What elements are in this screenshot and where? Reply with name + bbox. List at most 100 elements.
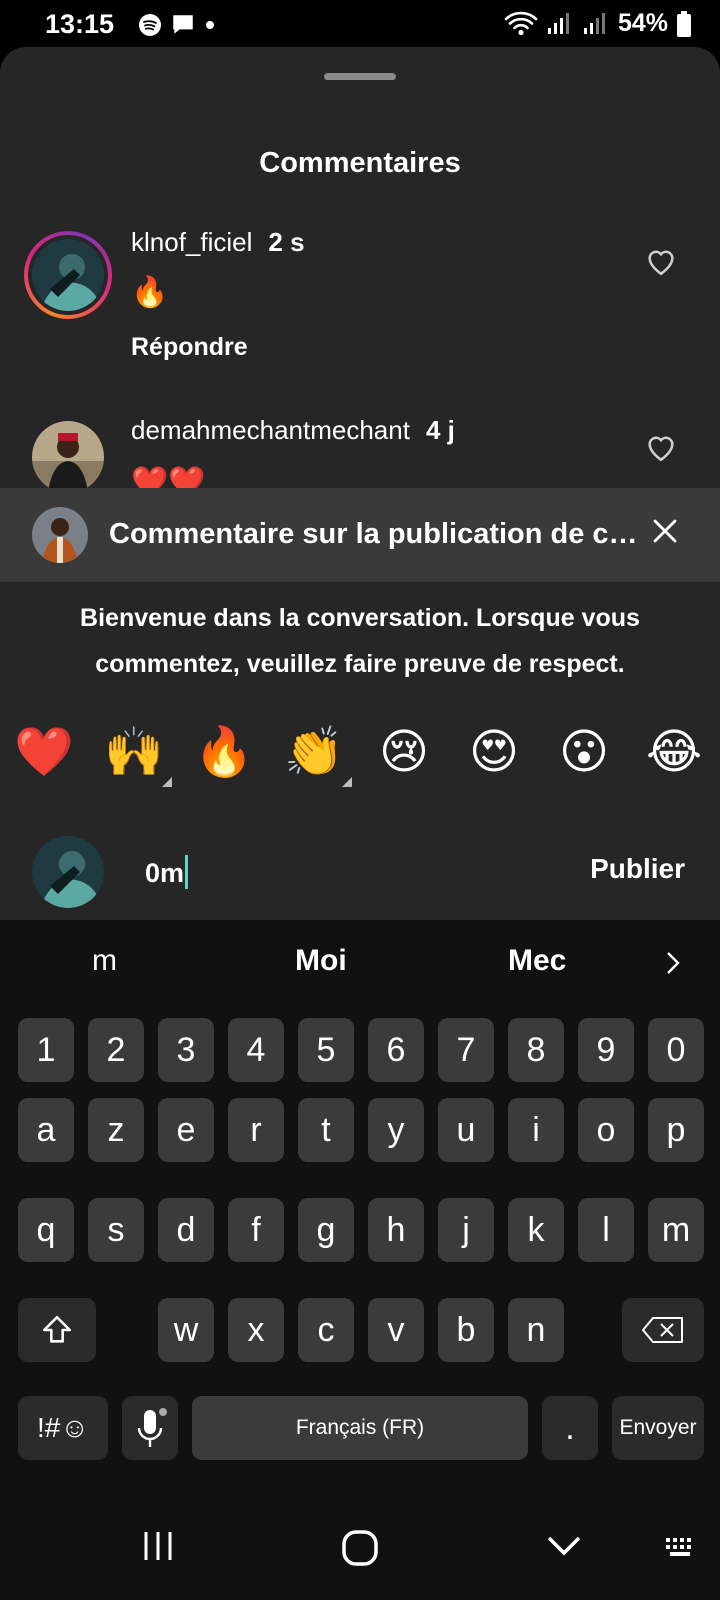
welcome-line-1: Bienvenue dans la conversation. Lorsque …	[80, 604, 640, 632]
avatar[interactable]	[32, 421, 104, 493]
key-x[interactable]: x	[228, 1298, 284, 1362]
status-time: 13:15	[45, 9, 115, 39]
status-right: 54%	[504, 9, 692, 38]
emoji-crying[interactable]: 😢	[372, 725, 436, 781]
key-c[interactable]: c	[298, 1298, 354, 1362]
status-notification-icons	[138, 12, 216, 38]
emoji-clapping-glyph: 👏	[284, 726, 344, 779]
key-8[interactable]: 8	[508, 1018, 564, 1082]
comment-input-text: 0m	[145, 858, 185, 888]
key-1[interactable]: 1	[18, 1018, 74, 1082]
dot-icon	[206, 21, 214, 29]
key-g[interactable]: g	[298, 1198, 354, 1262]
drag-handle[interactable]	[324, 73, 396, 80]
key-n[interactable]: n	[508, 1298, 564, 1362]
key-6[interactable]: 6	[368, 1018, 424, 1082]
welcome-message: Bienvenue dans la conversation. Lorsque …	[40, 595, 680, 687]
comment-username-text[interactable]: demahmechantmechant	[131, 415, 410, 445]
welcome-line-2: commentez, veuillez faire preuve de resp…	[95, 650, 625, 678]
home-icon[interactable]	[340, 1528, 380, 1568]
close-icon[interactable]	[650, 516, 680, 546]
text-caret	[185, 855, 189, 889]
signal-icon	[547, 12, 569, 34]
key-w[interactable]: w	[158, 1298, 214, 1362]
chevron-right-icon[interactable]	[662, 950, 684, 976]
microphone-icon	[137, 1408, 167, 1447]
key-0[interactable]: 0	[648, 1018, 704, 1082]
voice-input-key[interactable]	[122, 1396, 178, 1460]
comment-text: 🔥	[131, 276, 169, 309]
emoji-heart-eyes[interactable]: 😍	[462, 725, 526, 781]
comment-item: klnof_ficiel 2 s 🔥 Répondre	[0, 227, 720, 377]
backspace-icon	[642, 1317, 683, 1343]
suggestion-3[interactable]: Mec	[508, 944, 566, 978]
comment-time: 4 j	[425, 415, 455, 445]
key-d[interactable]: d	[158, 1198, 214, 1262]
emoji-laughing[interactable]: 😂	[642, 725, 706, 781]
comments-sheet: Commentaires klnof_ficiel 2 s 🔥 Répondre …	[0, 47, 720, 920]
key-m[interactable]: m	[648, 1198, 704, 1262]
emoji-surprised[interactable]: 😮	[552, 725, 616, 781]
key-5[interactable]: 5	[298, 1018, 354, 1082]
comment-username-text[interactable]: klnof_ficiel	[131, 227, 252, 257]
space-key[interactable]: Français (FR)	[192, 1396, 528, 1460]
avatar	[32, 507, 88, 563]
avatar	[32, 239, 104, 311]
suggestion-1[interactable]: m	[92, 944, 117, 978]
key-q[interactable]: q	[18, 1198, 74, 1262]
status-bar: 13:15 54%	[0, 0, 720, 48]
key-v[interactable]: v	[368, 1298, 424, 1362]
key-p[interactable]: p	[648, 1098, 704, 1162]
key-r[interactable]: r	[228, 1098, 284, 1162]
comment-time: 2 s	[268, 227, 305, 257]
key-o[interactable]: o	[578, 1098, 634, 1162]
key-i[interactable]: i	[508, 1098, 564, 1162]
battery-percent: 54%	[617, 9, 668, 37]
key-b[interactable]: b	[438, 1298, 494, 1362]
shift-key[interactable]	[18, 1298, 96, 1362]
backspace-key[interactable]	[622, 1298, 704, 1362]
symbols-key[interactable]: !#☺	[18, 1396, 108, 1460]
key-l[interactable]: l	[578, 1198, 634, 1262]
key-a[interactable]: a	[18, 1098, 74, 1162]
emoji-raising-hands[interactable]: 🙌	[102, 725, 172, 787]
like-heart-icon[interactable]	[644, 244, 678, 278]
key-4[interactable]: 4	[228, 1018, 284, 1082]
key-s[interactable]: s	[88, 1198, 144, 1262]
comment-username[interactable]: demahmechantmechant 4 j	[131, 415, 455, 446]
emoji-raising-hands-glyph: 🙌	[104, 726, 164, 779]
key-h[interactable]: h	[368, 1198, 424, 1262]
own-avatar	[32, 836, 104, 908]
comment-username[interactable]: klnof_ficiel 2 s	[131, 227, 305, 258]
emoji-heart[interactable]: ❤️	[12, 725, 76, 781]
key-z[interactable]: z	[88, 1098, 144, 1162]
recent-apps-icon[interactable]	[140, 1528, 176, 1564]
keyboard-switch-icon[interactable]	[664, 1536, 698, 1560]
sheet-title: Commentaires	[259, 147, 461, 179]
key-e[interactable]: e	[158, 1098, 214, 1162]
send-key[interactable]: Envoyer	[612, 1396, 704, 1460]
avatar-story-ring[interactable]	[24, 231, 112, 319]
key-j[interactable]: j	[438, 1198, 494, 1262]
system-nav-bar	[0, 1500, 720, 1600]
period-key[interactable]: .	[542, 1396, 598, 1460]
suggestion-2[interactable]: Moi	[295, 944, 347, 978]
key-7[interactable]: 7	[438, 1018, 494, 1082]
reply-button[interactable]: Répondre	[131, 333, 248, 362]
emoji-fire[interactable]: 🔥	[192, 725, 256, 781]
key-u[interactable]: u	[438, 1098, 494, 1162]
comment-input[interactable]: 0m	[145, 855, 189, 889]
emoji-clapping[interactable]: 👏	[282, 725, 352, 787]
key-9[interactable]: 9	[578, 1018, 634, 1082]
key-t[interactable]: t	[298, 1098, 354, 1162]
key-2[interactable]: 2	[88, 1018, 144, 1082]
key-y[interactable]: y	[368, 1098, 424, 1162]
publish-button[interactable]: Publier	[590, 853, 685, 885]
key-f[interactable]: f	[228, 1198, 284, 1262]
key-3[interactable]: 3	[158, 1018, 214, 1082]
wifi-icon	[504, 11, 538, 35]
spotify-icon	[139, 14, 161, 36]
like-heart-icon[interactable]	[644, 430, 678, 464]
key-k[interactable]: k	[508, 1198, 564, 1262]
back-chevron-down-icon[interactable]	[544, 1528, 584, 1564]
